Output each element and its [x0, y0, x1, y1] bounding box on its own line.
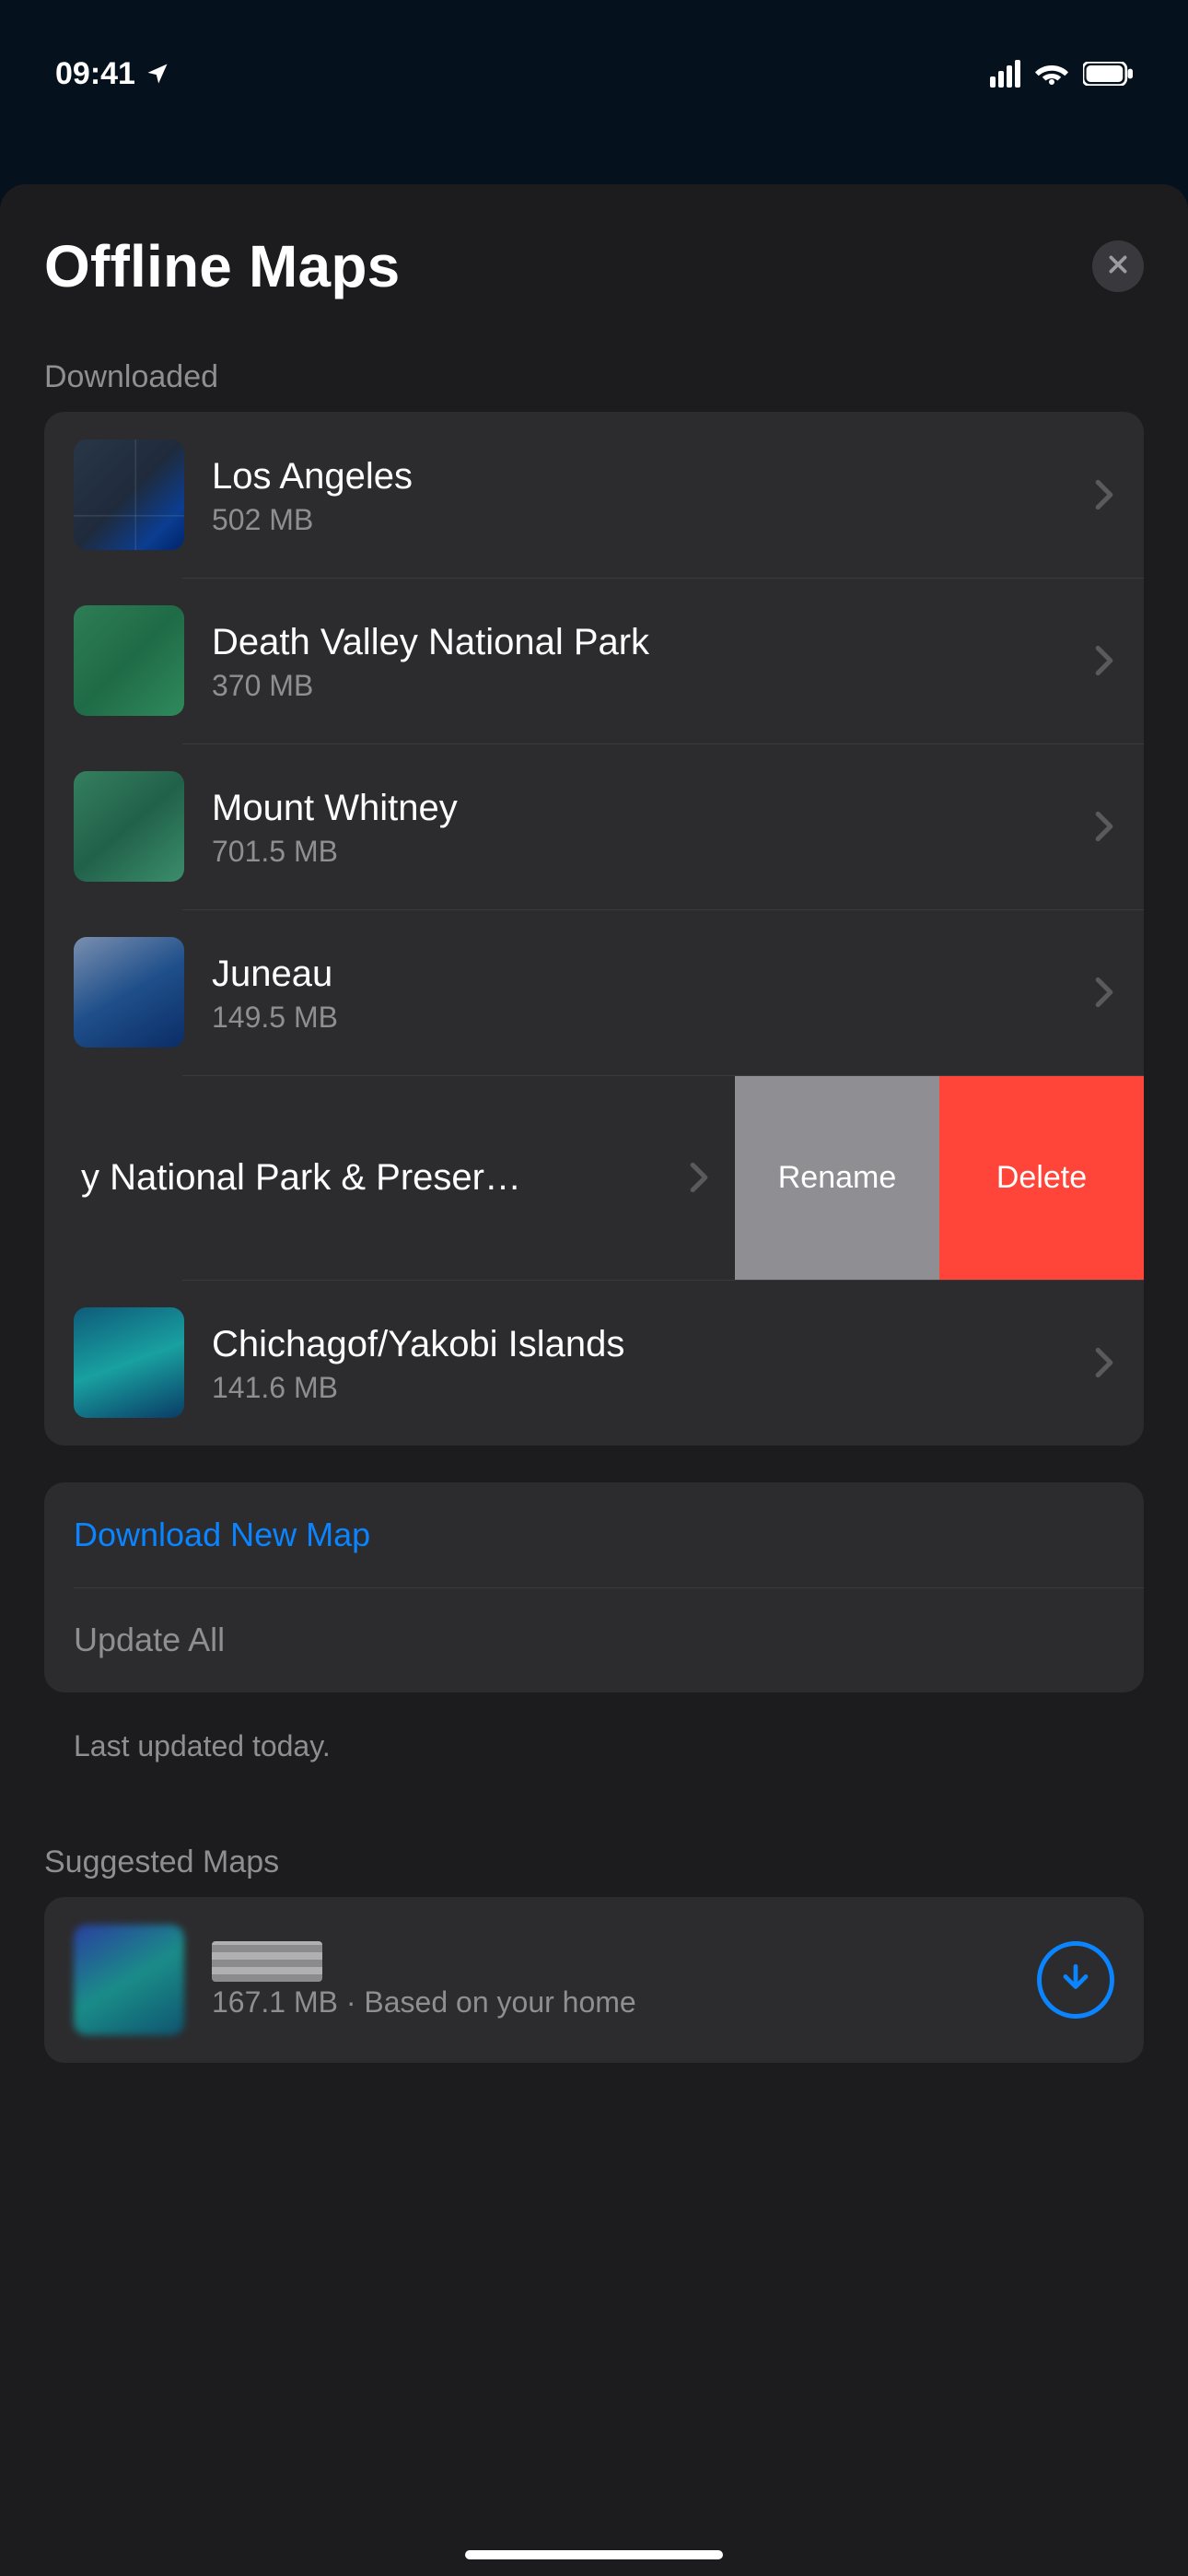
map-size: 141.6 MB: [212, 1371, 1066, 1405]
delete-button[interactable]: Delete: [939, 1075, 1144, 1280]
sheet-header: Offline Maps: [0, 232, 1188, 359]
wifi-icon: [1035, 57, 1068, 90]
map-row-text: Los Angeles 502 MB: [212, 453, 1066, 537]
map-name: Juneau: [212, 951, 1066, 997]
status-bar: 09:41: [0, 0, 1188, 111]
map-row[interactable]: Mount Whitney 701.5 MB: [44, 744, 1144, 909]
rename-button[interactable]: Rename: [735, 1075, 939, 1280]
map-name: [212, 1941, 322, 1982]
map-size: 149.5 MB: [212, 1001, 1066, 1035]
suggested-map-row[interactable]: 167.1 MB · Based on your home: [44, 1897, 1144, 2063]
home-indicator[interactable]: [465, 2550, 723, 2559]
map-size: 701.5 MB: [212, 835, 1066, 869]
map-name: Los Angeles: [212, 453, 1066, 499]
arrow-down-icon: [1058, 1961, 1093, 2000]
map-row[interactable]: Chichagof/Yakobi Islands 141.6 MB: [44, 1280, 1144, 1446]
close-button[interactable]: [1092, 240, 1144, 292]
last-updated-note: Last updated today.: [0, 1729, 1188, 1844]
map-row-text: 167.1 MB · Based on your home: [212, 1941, 1009, 2020]
suggested-maps-list: 167.1 MB · Based on your home: [44, 1897, 1144, 2063]
map-thumbnail: [74, 1925, 184, 2035]
battery-icon: [1083, 62, 1133, 86]
actions-list: Download New Map Update All: [44, 1482, 1144, 1692]
downloaded-maps-list: Los Angeles 502 MB Death Valley National…: [44, 412, 1144, 1446]
download-new-map-button[interactable]: Download New Map: [44, 1482, 1144, 1587]
map-row-text: Juneau 149.5 MB: [212, 951, 1066, 1035]
download-button[interactable]: [1037, 1941, 1114, 2019]
status-left: 09:41: [55, 56, 170, 92]
offline-maps-sheet: Offline Maps Downloaded Los Angeles 502 …: [0, 184, 1188, 2576]
map-row[interactable]: Death Valley National Park 370 MB: [44, 578, 1144, 744]
location-arrow-icon: [145, 61, 170, 87]
map-row[interactable]: Los Angeles 502 MB: [44, 412, 1144, 578]
map-size: 502 MB: [212, 503, 1066, 537]
map-thumbnail: [74, 439, 184, 550]
page-title: Offline Maps: [44, 232, 400, 300]
swiped-row-content[interactable]: y National Park & Preser…: [44, 1075, 735, 1280]
map-row-text: Chichagof/Yakobi Islands 141.6 MB: [212, 1321, 1066, 1405]
map-name: Mount Whitney: [212, 785, 1066, 831]
map-row-swiped[interactable]: y National Park & Preser… Rename Delete: [44, 1075, 1144, 1280]
suggested-section-label: Suggested Maps: [0, 1844, 1188, 1897]
map-detail: 167.1 MB · Based on your home: [212, 1985, 1009, 2020]
map-row-text: Death Valley National Park 370 MB: [212, 619, 1066, 703]
chevron-right-icon: [1094, 977, 1114, 1008]
update-all-button[interactable]: Update All: [44, 1587, 1144, 1692]
chevron-right-icon: [1094, 1347, 1114, 1378]
map-size: 370 MB: [212, 669, 1066, 703]
map-thumbnail: [74, 605, 184, 716]
close-icon: [1106, 252, 1130, 281]
chevron-right-icon: [1094, 645, 1114, 676]
downloaded-section-label: Downloaded: [0, 359, 1188, 412]
map-name: Chichagof/Yakobi Islands: [212, 1321, 1066, 1367]
chevron-right-icon: [1094, 811, 1114, 842]
map-name: y National Park & Preser…: [81, 1157, 667, 1199]
swipe-actions: Rename Delete: [735, 1075, 1144, 1280]
map-row[interactable]: Juneau 149.5 MB: [44, 909, 1144, 1075]
map-row-text: Mount Whitney 701.5 MB: [212, 785, 1066, 869]
map-thumbnail: [74, 1307, 184, 1418]
map-thumbnail: [74, 937, 184, 1048]
chevron-right-icon: [689, 1162, 709, 1193]
map-thumbnail: [74, 771, 184, 882]
status-time: 09:41: [55, 56, 135, 92]
cellular-signal-icon: [990, 60, 1020, 88]
chevron-right-icon: [1094, 479, 1114, 510]
map-name: Death Valley National Park: [212, 619, 1066, 665]
status-right: [990, 57, 1133, 90]
